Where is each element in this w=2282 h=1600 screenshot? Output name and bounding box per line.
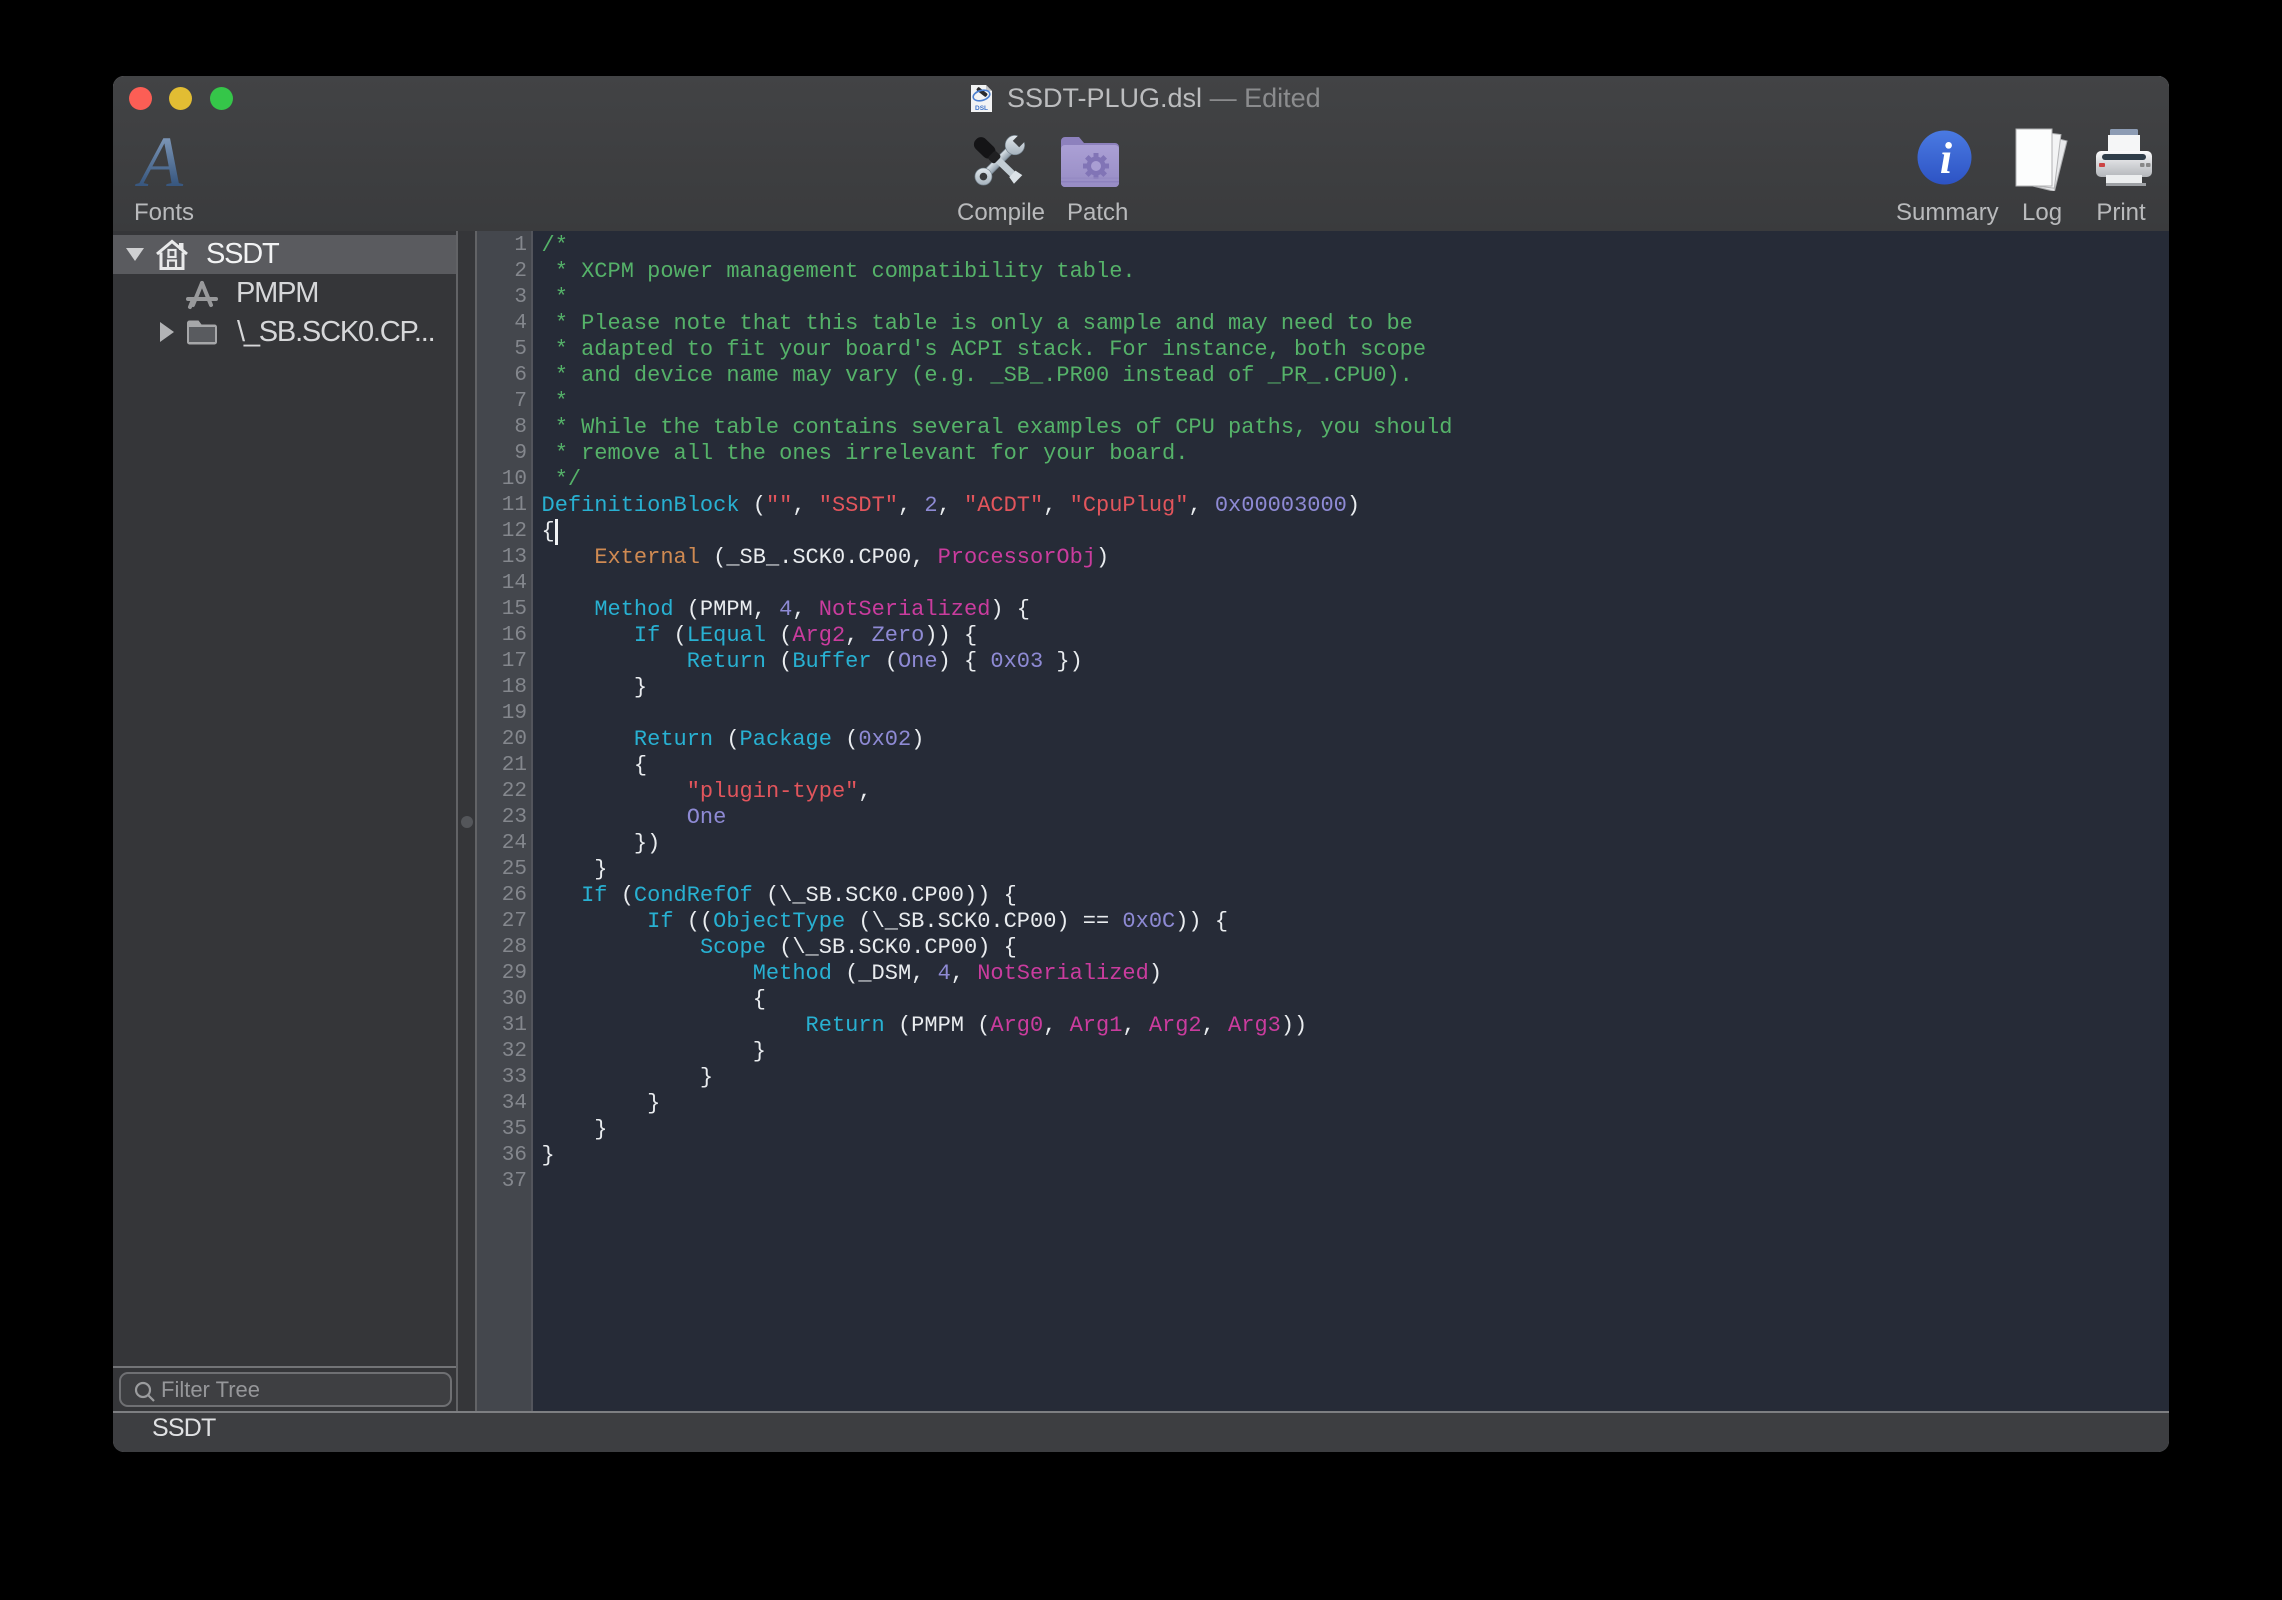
svg-text:DSL: DSL — [975, 105, 988, 112]
svg-text:A: A — [135, 138, 184, 194]
svg-text:i: i — [1940, 134, 1953, 183]
